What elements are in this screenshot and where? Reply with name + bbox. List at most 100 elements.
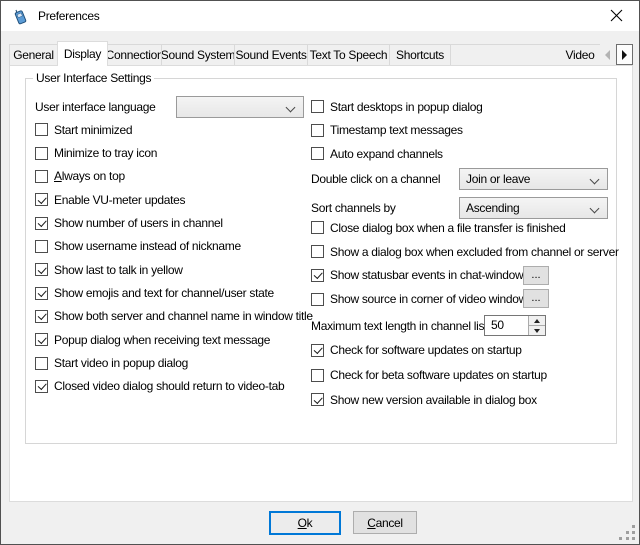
checkbox-row-auto-expand-channels[interactable]: Auto expand channels [311, 142, 611, 166]
checkbox-row-check-for-beta-software-updates-on-start[interactable]: Check for beta software updates on start… [311, 363, 611, 388]
checkbox-row-enable-vu-meter-updates[interactable]: Enable VU-meter updates [35, 188, 315, 211]
app-icon [12, 8, 29, 25]
checkbox-row-timestamp-text-messages[interactable]: Timestamp text messages [311, 119, 611, 143]
checkbox-row-minimize-to-tray-icon[interactable]: Minimize to tray icon [35, 141, 315, 164]
checkbox[interactable] [35, 240, 48, 253]
chevron-down-icon [590, 204, 600, 214]
tab-sound-system[interactable]: Sound System [161, 44, 235, 65]
checkbox-label: Start minimized [54, 123, 132, 137]
close-button[interactable] [594, 1, 639, 30]
spin-up-button[interactable] [529, 316, 545, 326]
checkbox-row-popup-dialog-when-receiving-text-message[interactable]: Popup dialog when receiving text message [35, 328, 315, 351]
checkbox[interactable] [311, 344, 324, 357]
group-title: User Interface Settings [33, 71, 154, 85]
checkbox-label: Show both server and channel name in win… [54, 309, 313, 323]
checkbox[interactable] [311, 100, 324, 113]
sort-channels-value: Ascending [466, 201, 519, 215]
checkbox-row-show-emojis-and-text-for-channel-user-st[interactable]: Show emojis and text for channel/user st… [35, 281, 315, 304]
checkbox-row-show-a-dialog-box-when-excluded-from-cha[interactable]: Show a dialog box when excluded from cha… [311, 240, 621, 264]
max-text-length-label: Maximum text length in channel list [311, 319, 487, 333]
checkbox[interactable] [311, 245, 324, 258]
left-checkbox-list: Start minimized Minimize to tray icon Al… [35, 118, 315, 398]
ok-button[interactable]: Ok [269, 511, 341, 535]
checkbox-label: Show new version available in dialog box [330, 393, 537, 407]
checkbox[interactable] [311, 269, 324, 282]
checkbox[interactable] [35, 310, 48, 323]
right-top-checkbox-list: Start desktops in popup dialog Timestamp… [311, 95, 611, 166]
resize-grip[interactable] [632, 537, 635, 540]
checkbox[interactable] [35, 287, 48, 300]
checkbox[interactable] [35, 380, 48, 393]
checkbox[interactable] [35, 147, 48, 160]
checkbox[interactable] [311, 124, 324, 137]
checkbox-row-show-last-to-talk-in-yellow[interactable]: Show last to talk in yellow [35, 258, 315, 281]
checkbox[interactable] [311, 369, 324, 382]
checkbox[interactable] [311, 293, 324, 306]
tab-scroll-right-button[interactable] [616, 44, 633, 65]
preferences-dialog: Preferences General Display Connection S… [0, 0, 640, 545]
checkbox-row-show-username-instead-of-nickname[interactable]: Show username instead of nickname [35, 235, 315, 258]
checkbox-label: Check for beta software updates on start… [330, 368, 547, 382]
checkbox-row-check-for-software-updates-on-startup[interactable]: Check for software updates on startup [311, 338, 611, 363]
checkbox[interactable] [311, 147, 324, 160]
tab-bar: General Display Connection Sound System … [9, 41, 600, 66]
checkbox[interactable] [311, 221, 324, 234]
checkbox-row-closed-video-dialog-should-return-to-vid[interactable]: Closed video dialog should return to vid… [35, 375, 315, 398]
checkbox-label: Minimize to tray icon [54, 146, 157, 160]
checkbox[interactable] [35, 217, 48, 230]
checkbox-label: Enable VU-meter updates [54, 193, 185, 207]
double-click-label: Double click on a channel [311, 172, 440, 186]
double-click-select[interactable]: Join or leave [459, 168, 608, 190]
spin-down-button[interactable] [529, 326, 545, 335]
checkbox-row-always-on-top[interactable]: Always on top [35, 165, 315, 188]
language-label: User interface language [35, 100, 156, 114]
checkbox[interactable] [35, 357, 48, 370]
tab-text-to-speech[interactable]: Text To Speech [307, 44, 390, 65]
tab-scroll-right-icon [622, 50, 627, 60]
checkbox-label: Popup dialog when receiving text message [54, 333, 270, 347]
spin-up-icon [534, 319, 540, 323]
checkbox[interactable] [35, 263, 48, 276]
titlebar[interactable]: Preferences [1, 1, 639, 31]
checkbox-row-start-minimized[interactable]: Start minimized [35, 118, 315, 141]
language-select[interactable] [176, 96, 304, 118]
checkbox-label: Show emojis and text for channel/user st… [54, 286, 274, 300]
checkbox-label: Show last to talk in yellow [54, 263, 183, 277]
checkbox-row-show-both-server-and-channel-name-in-win[interactable]: Show both server and channel name in win… [35, 305, 315, 328]
tab-label: Video [566, 48, 595, 62]
checkbox-label: Show source in corner of video window [330, 292, 527, 306]
tab-video[interactable]: Video [450, 44, 600, 65]
spinner-buttons [528, 316, 545, 335]
tab-general[interactable]: General [9, 44, 58, 65]
checkbox[interactable] [35, 193, 48, 206]
max-text-length-spinner[interactable]: 50 [484, 315, 546, 336]
spin-down-icon [534, 329, 540, 333]
cancel-button[interactable]: Cancel [353, 511, 417, 534]
double-click-value: Join or leave [466, 172, 530, 186]
tab-shortcuts[interactable]: Shortcuts [389, 44, 451, 65]
checkbox[interactable] [311, 393, 324, 406]
checkbox-row-show-new-version-available-in-dialog-box[interactable]: Show new version available in dialog box [311, 387, 611, 412]
checkbox-row-start-video-in-popup-dialog[interactable]: Start video in popup dialog [35, 351, 315, 374]
checkbox[interactable] [35, 170, 48, 183]
checkbox-row-start-desktops-in-popup-dialog[interactable]: Start desktops in popup dialog [311, 95, 611, 119]
tab-scroll-left-button[interactable] [600, 44, 615, 65]
checkbox[interactable] [35, 333, 48, 346]
ellipsis-button[interactable]: ... [523, 266, 549, 285]
checkbox-row-close-dialog-box-when-a-file-transfer-is[interactable]: Close dialog box when a file transfer is… [311, 216, 621, 240]
checkbox-row-show-number-of-users-in-channel[interactable]: Show number of users in channel [35, 211, 315, 234]
checkbox[interactable] [35, 123, 48, 136]
checkbox-row-show-statusbar-events-in-chat-window[interactable]: Show statusbar events in chat-window ... [311, 264, 621, 288]
tab-label: Display [64, 47, 101, 61]
checkbox-row-show-source-in-corner-of-video-window[interactable]: Show source in corner of video window ..… [311, 287, 621, 311]
tab-display[interactable]: Display [57, 41, 108, 66]
tab-connection[interactable]: Connection [107, 44, 162, 65]
checkbox-label: Close dialog box when a file transfer is… [330, 221, 565, 235]
tab-sound-events[interactable]: Sound Events [234, 44, 308, 65]
right-bottom-checkbox-list: Check for software updates on startup Ch… [311, 338, 611, 412]
ellipsis-button[interactable]: ... [523, 289, 549, 308]
close-icon [610, 9, 623, 22]
chevron-down-icon [286, 103, 296, 113]
tab-scroll-left-icon [605, 50, 610, 60]
checkbox-label: Show a dialog box when excluded from cha… [330, 245, 619, 259]
